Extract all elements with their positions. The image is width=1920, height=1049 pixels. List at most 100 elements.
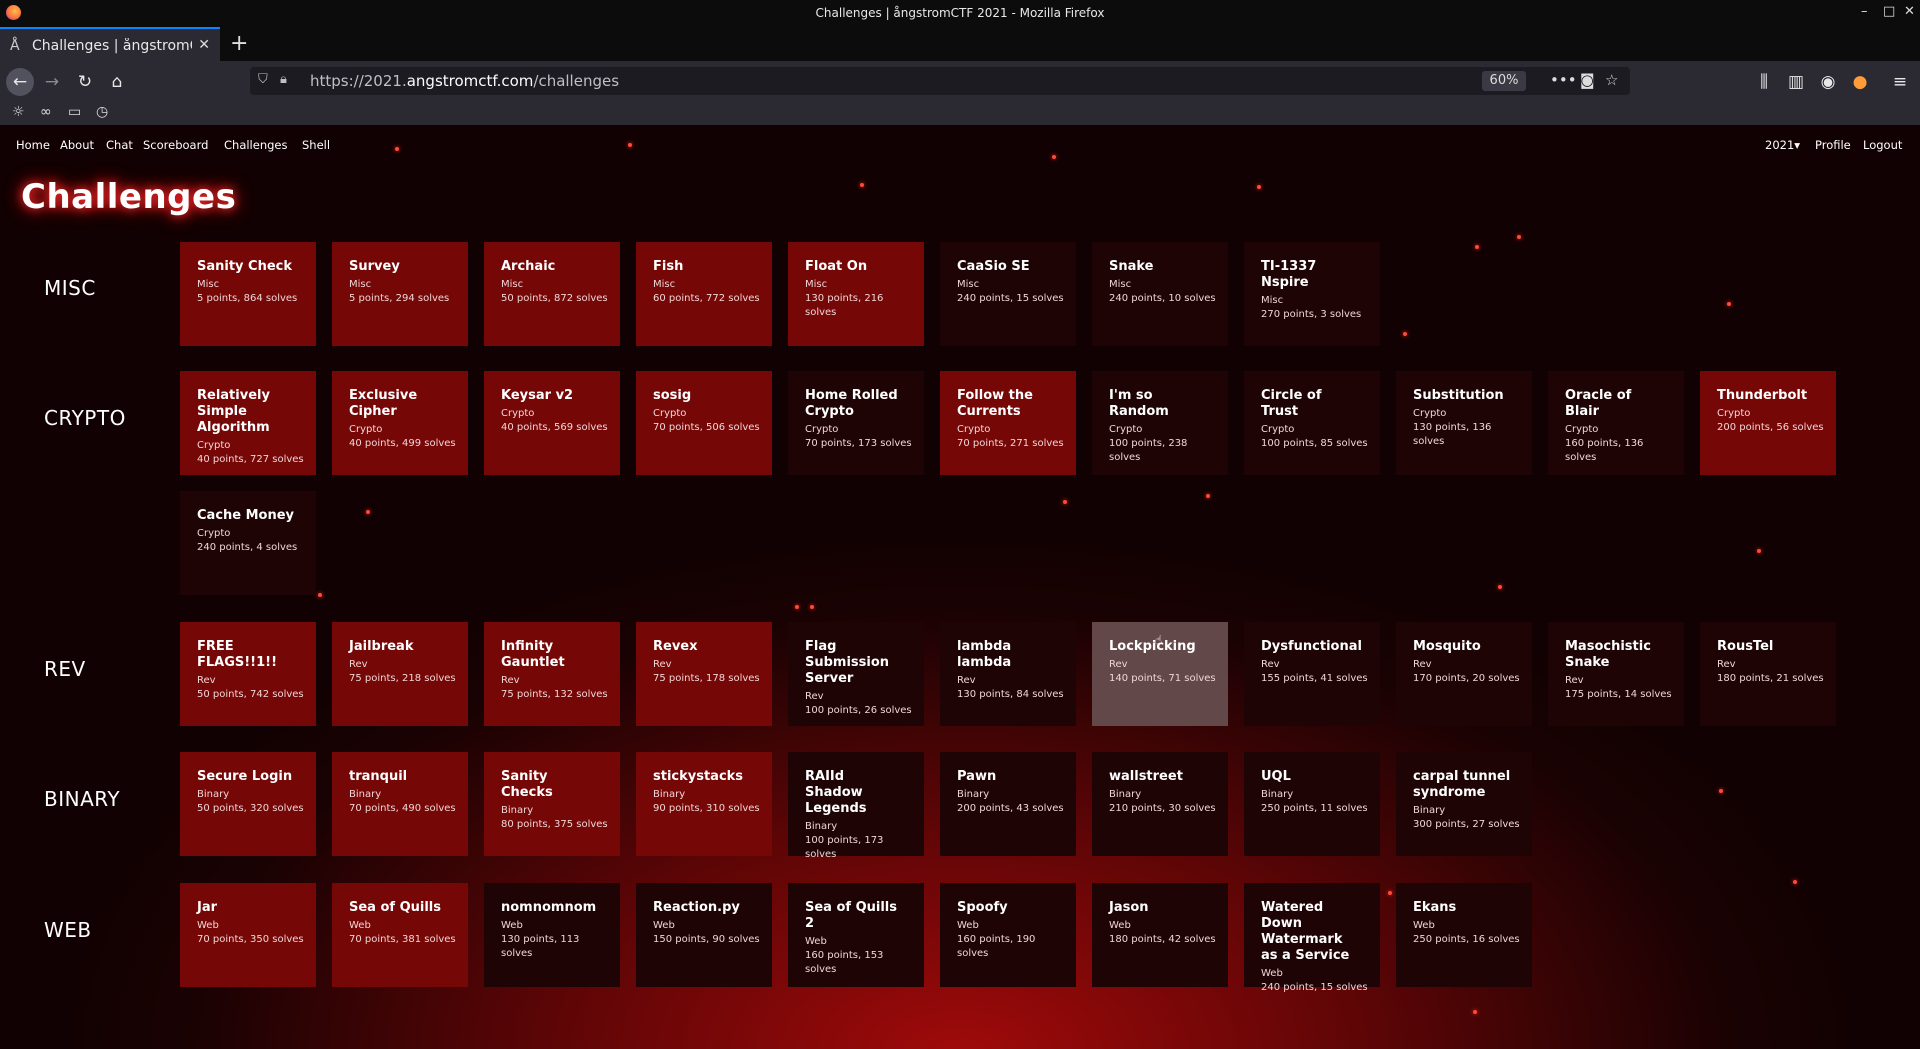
challenge-card[interactable]: Jailbreak Rev 75 points, 218 solves (332, 622, 468, 726)
menu-icon[interactable]: ≡ (1888, 70, 1912, 94)
url-bar[interactable]: ⛉ 🔒︎ https://2021.angstromctf.com/challe… (250, 67, 1630, 95)
challenge-card[interactable]: Flag Submission Server Rev 100 points, 26 … (788, 622, 924, 726)
challenge-card[interactable]: Revex Rev 75 points, 178 solves (636, 622, 772, 726)
challenge-category: Web (653, 920, 675, 931)
challenge-name: tranquil (349, 769, 408, 784)
challenge-card[interactable]: Secure Login Binary 50 points, 320 solves (180, 752, 316, 856)
challenge-card[interactable]: Keysar v2 Crypto 40 points, 569 solves (484, 371, 620, 475)
pocket-icon[interactable]: ◙ (1580, 71, 1595, 89)
challenge-card[interactable]: Survey Misc 5 points, 294 solves (332, 242, 468, 346)
challenge-name: Snake (1109, 259, 1154, 274)
challenge-card[interactable]: Sanity Checks Binary 80 points, 375 solves (484, 752, 620, 856)
challenge-card[interactable]: Exclusive Cipher Crypto 40 points, 499 sol… (332, 371, 468, 475)
challenge-card[interactable]: Reaction.py Web 150 points, 90 solves (636, 883, 772, 987)
challenge-card[interactable]: tranquil Binary 70 points, 490 solves (332, 752, 468, 856)
challenge-card[interactable]: Substitution Crypto 130 points, 136 solves (1396, 371, 1532, 475)
challenge-card[interactable]: Watered Down Watermark as a Service Web 24… (1244, 883, 1380, 993)
url-text[interactable]: https://2021.angstromctf.com/challenges (310, 72, 619, 90)
challenge-card[interactable]: stickystacks Binary 90 points, 310 solves (636, 752, 772, 856)
tracking-shield-icon[interactable]: ⛉ (258, 72, 268, 87)
challenge-points-solves: 150 points, 90 solves (653, 934, 760, 945)
challenge-card[interactable]: Infinity Gauntlet Rev 75 points, 132 solve… (484, 622, 620, 726)
challenge-card[interactable]: Home Rolled Crypto Crypto 70 points, 173 s… (788, 371, 924, 475)
folder-icon[interactable]: ▭ (68, 104, 81, 120)
challenge-card[interactable]: Jar Web 70 points, 350 solves (180, 883, 316, 987)
challenge-card[interactable]: Spoofy Web 160 points, 190 solves (940, 883, 1076, 987)
challenge-card[interactable]: Pawn Binary 200 points, 43 solves (940, 752, 1076, 856)
challenge-card[interactable]: Float On Misc 130 points, 216 solves (788, 242, 924, 346)
challenge-name: Sea of Quills 2 (805, 900, 898, 931)
challenge-card[interactable]: nomnomnom Web 130 points, 113 solves (484, 883, 620, 987)
challenge-card[interactable]: Snake Misc 240 points, 10 solves (1092, 242, 1228, 346)
challenge-card[interactable]: wallstreet Binary 210 points, 30 solves (1092, 752, 1228, 856)
challenge-card[interactable]: Sea of Quills 2 Web 160 points, 153 solves (788, 883, 924, 987)
history-clock-icon[interactable]: ◷ (96, 104, 108, 120)
glasses-icon[interactable]: ∞ (40, 104, 52, 120)
back-button[interactable]: ← (6, 68, 34, 96)
challenge-category: Misc (501, 279, 524, 290)
home-button[interactable]: ⌂ (105, 70, 129, 94)
nav-about-link[interactable]: About (60, 138, 94, 152)
nav-challenges-link[interactable]: Challenges (224, 138, 288, 152)
nav-shell-link[interactable]: Shell (302, 138, 330, 152)
challenge-card[interactable]: Mosquito Rev 170 points, 20 solves (1396, 622, 1532, 726)
challenge-points-solves: 200 points, 56 solves (1717, 422, 1824, 433)
challenge-card[interactable]: UQL Binary 250 points, 11 solves (1244, 752, 1380, 856)
lock-icon[interactable]: 🔒︎ (280, 72, 287, 87)
challenge-points-solves: 250 points, 16 solves (1413, 934, 1520, 945)
challenge-card[interactable]: Archaic Misc 50 points, 872 solves (484, 242, 620, 346)
nav-scoreboard-link[interactable]: Scoreboard (143, 138, 208, 152)
challenge-name: RAIId Shadow Legends (805, 769, 867, 816)
challenge-card[interactable]: Jason Web 180 points, 42 solves (1092, 883, 1228, 987)
minimize-icon[interactable]: – (1861, 4, 1868, 19)
challenge-card[interactable]: lambda lambda Rev 130 points, 84 solves (940, 622, 1076, 726)
challenge-category: Crypto (349, 424, 383, 435)
library-icon[interactable]: ⫼ (1752, 70, 1776, 94)
challenge-card[interactable]: CaaSio SE Misc 240 points, 15 solves (940, 242, 1076, 346)
reload-button[interactable]: ↻ (73, 70, 97, 94)
settings-gear-icon[interactable]: ☼ (12, 104, 25, 120)
challenge-card[interactable]: Circle of Trust Crypto 100 points, 85 solv… (1244, 371, 1380, 475)
nav-profile-link[interactable]: Profile (1815, 138, 1851, 152)
browser-tab[interactable]: Å Challenges | ångstromCTF 2021 ✕ (0, 27, 220, 61)
year-dropdown[interactable]: 2021▾ (1765, 138, 1800, 152)
new-tab-icon[interactable]: + (230, 31, 248, 56)
extension-icon[interactable]: ● (1848, 70, 1872, 94)
challenge-card[interactable]: Sanity Check Misc 5 points, 864 solves (180, 242, 316, 346)
challenge-card[interactable]: Relatively Simple Algorithm Crypto 40 poin… (180, 371, 316, 475)
challenge-card[interactable]: Dysfunctional Rev 155 points, 41 solves (1244, 622, 1380, 726)
challenge-card[interactable]: RousTel Rev 180 points, 21 solves (1700, 622, 1836, 726)
challenge-card[interactable]: Ekans Web 250 points, 16 solves (1396, 883, 1532, 987)
category-crypto-label: CRYPTO (44, 406, 126, 430)
challenge-card[interactable]: FREE FLAGS!!1!! Rev 50 points, 742 solves (180, 622, 316, 726)
challenge-points-solves: 40 points, 727 solves (197, 454, 304, 465)
challenge-card[interactable]: Sea of Quills Web 70 points, 381 solves (332, 883, 468, 987)
challenge-card[interactable]: Follow the Currents Crypto 70 points, 271 … (940, 371, 1076, 475)
challenge-card[interactable]: I'm so Random Crypto 100 points, 238 solve… (1092, 371, 1228, 475)
sidebar-icon[interactable]: ▥ (1784, 70, 1808, 94)
challenge-card[interactable]: Cache Money Crypto 240 points, 4 solves (180, 491, 316, 595)
challenge-name: Sanity Checks (501, 769, 553, 800)
forward-button[interactable]: → (40, 70, 64, 94)
challenge-points-solves: 60 points, 772 solves (653, 293, 760, 304)
challenge-card[interactable]: sosig Crypto 70 points, 506 solves (636, 371, 772, 475)
challenge-points-solves: 70 points, 381 solves (349, 934, 456, 945)
page-actions-icon[interactable]: ••• (1550, 71, 1577, 89)
challenge-card[interactable]: TI-1337 Nspire Misc 270 points, 3 solves (1244, 242, 1380, 346)
challenge-card[interactable]: Thunderbolt Crypto 200 points, 56 solves (1700, 371, 1836, 475)
close-window-icon[interactable]: ✕ (1904, 4, 1915, 19)
challenge-card[interactable]: Oracle of Blair Crypto 160 points, 136 sol… (1548, 371, 1684, 475)
challenge-card[interactable]: RAIId Shadow Legends Binary 100 points, 17… (788, 752, 924, 860)
bookmark-star-icon[interactable]: ☆ (1605, 71, 1618, 89)
close-tab-icon[interactable]: ✕ (198, 37, 210, 53)
nav-chat-link[interactable]: Chat (106, 138, 133, 152)
challenge-card[interactable]: Masochistic Snake Rev 175 points, 14 solve… (1548, 622, 1684, 726)
challenge-card[interactable]: Fish Misc 60 points, 772 solves (636, 242, 772, 346)
account-icon[interactable]: ◉ (1816, 70, 1840, 94)
maximize-icon[interactable]: □ (1883, 4, 1895, 19)
zoom-level[interactable]: 60% (1482, 71, 1526, 91)
challenge-category: Web (1109, 920, 1131, 931)
nav-home-link[interactable]: Home (16, 138, 50, 152)
nav-logout-link[interactable]: Logout (1863, 138, 1902, 152)
challenge-card[interactable]: carpal tunnel syndrome Binary 300 points, … (1396, 752, 1532, 856)
